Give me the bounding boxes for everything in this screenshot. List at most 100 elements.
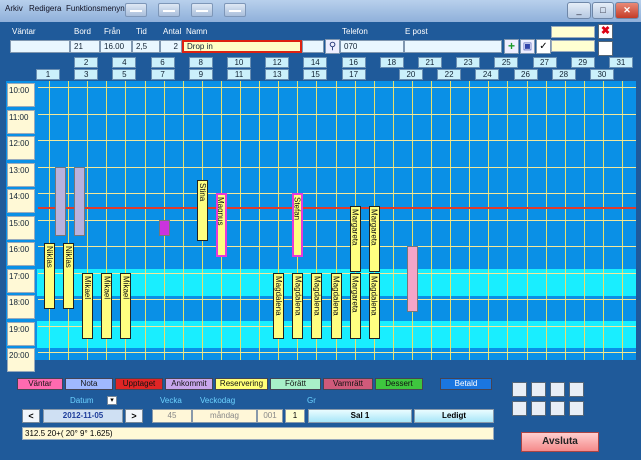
blocked-slot[interactable] xyxy=(55,167,67,236)
table-header-8[interactable]: 8 xyxy=(188,57,213,68)
table-header-28[interactable]: 28 xyxy=(551,69,576,80)
table-header-6[interactable]: 6 xyxy=(150,57,175,68)
reservation-block[interactable]: Magnus xyxy=(215,193,227,257)
table-header-30[interactable]: 30 xyxy=(589,69,614,80)
reservation-block[interactable]: Mikael xyxy=(101,273,113,339)
time-label: 12:00 xyxy=(7,136,35,160)
table-header-25[interactable]: 25 xyxy=(494,57,519,68)
label-wait: Väntar xyxy=(12,27,36,36)
calendar-icon[interactable]: ▾ xyxy=(107,396,117,405)
table-header-5[interactable]: 5 xyxy=(112,69,137,80)
tool-icon-7[interactable] xyxy=(550,401,565,416)
email-field[interactable] xyxy=(404,40,502,53)
tool-icon-6[interactable] xyxy=(531,401,546,416)
toolbar-next-button[interactable] xyxy=(191,3,213,17)
window-close-button[interactable]: ✕ xyxy=(615,2,639,19)
reservation-block[interactable]: Mikael xyxy=(120,273,132,339)
print-icon[interactable] xyxy=(598,41,613,56)
table-header-2[interactable]: 2 xyxy=(74,57,99,68)
table-header-12[interactable]: 12 xyxy=(265,57,290,68)
tool-icon-5[interactable] xyxy=(512,401,527,416)
table-header-9[interactable]: 9 xyxy=(188,69,213,80)
label-weekday: Veckodag xyxy=(200,396,236,405)
reservation-block[interactable]: Mikael xyxy=(82,273,94,339)
from-field[interactable]: 16.00 xyxy=(100,40,132,53)
reservation-block[interactable]: Niklas xyxy=(63,243,75,309)
reservation-block[interactable]: Magdalena xyxy=(368,273,380,339)
table-header-15[interactable]: 15 xyxy=(303,69,328,80)
blocked-slot[interactable] xyxy=(158,220,170,236)
reservation-block[interactable]: Magdalena xyxy=(311,273,323,339)
table-header-31[interactable]: 31 xyxy=(608,57,633,68)
time-label: 15:00 xyxy=(7,216,35,240)
table-header-20[interactable]: 20 xyxy=(398,69,423,80)
phone-field[interactable]: 070 xyxy=(340,40,404,53)
table-header-10[interactable]: 10 xyxy=(226,57,251,68)
reservation-block[interactable]: Stefan xyxy=(292,193,304,257)
table-header-22[interactable]: 22 xyxy=(437,69,462,80)
tool-icon-8[interactable] xyxy=(569,401,584,416)
duration-field[interactable]: 2,5 xyxy=(132,40,160,53)
table-field[interactable]: 21 xyxy=(70,40,100,53)
table-header-4[interactable]: 4 xyxy=(112,57,137,68)
legend-förätt: Förätt xyxy=(270,378,321,390)
table-header-21[interactable]: 21 xyxy=(417,57,442,68)
reservation-block[interactable]: Magdalena xyxy=(273,273,285,339)
reservation-block[interactable]: Niklas xyxy=(44,243,55,309)
reservation-block[interactable]: Stina xyxy=(196,180,208,241)
reservation-block[interactable]: Magdalena xyxy=(292,273,304,339)
table-header-11[interactable]: 11 xyxy=(227,69,251,80)
name-field[interactable]: Drop in xyxy=(182,40,302,53)
next-date-button[interactable]: > xyxy=(125,409,143,423)
reservation-block[interactable]: Margareta xyxy=(349,206,361,272)
menu-funktionsmenyn[interactable]: Funktionsmenyn xyxy=(66,4,125,13)
search-icon[interactable]: ⚲ xyxy=(325,39,340,54)
table-header-7[interactable]: 7 xyxy=(150,69,175,80)
tool-icon-3[interactable] xyxy=(550,382,565,397)
table-header-3[interactable]: 3 xyxy=(74,69,99,80)
table-header-17[interactable]: 17 xyxy=(341,69,366,80)
reservation-block[interactable]: Margareta xyxy=(349,273,361,339)
tool-icon-1[interactable] xyxy=(512,382,527,397)
name-extra-field[interactable] xyxy=(302,40,324,53)
quit-button[interactable]: Avsluta xyxy=(521,432,599,452)
reservation-block[interactable]: Magdalena xyxy=(330,273,342,339)
wait-field[interactable] xyxy=(10,40,70,53)
menu-arkiv[interactable]: Arkiv xyxy=(5,4,23,13)
save-icon[interactable]: ▣ xyxy=(520,39,535,54)
table-header-26[interactable]: 26 xyxy=(513,69,538,80)
table-header-24[interactable]: 24 xyxy=(475,69,500,80)
toolbar-last-button[interactable] xyxy=(224,3,246,17)
maximize-button[interactable]: □ xyxy=(592,2,614,19)
label-time: Tid xyxy=(136,27,147,36)
reservation-block[interactable]: Margareta xyxy=(368,206,380,272)
table-header-1[interactable]: 1 xyxy=(36,69,60,80)
legend-nota: Nota xyxy=(65,378,113,390)
add-icon[interactable]: + xyxy=(504,39,519,54)
delete-icon[interactable]: ✖ xyxy=(598,24,613,39)
tool-icon-4[interactable] xyxy=(569,382,584,397)
toolbar-prev-button[interactable] xyxy=(158,3,180,17)
table-header-29[interactable]: 29 xyxy=(570,57,595,68)
table-header-13[interactable]: 13 xyxy=(265,69,290,80)
table-header-18[interactable]: 18 xyxy=(379,57,404,68)
label-group: Gr xyxy=(307,396,316,405)
label-count: Antal xyxy=(163,27,182,36)
blocked-slot[interactable] xyxy=(74,167,86,236)
toolbar-first-button[interactable] xyxy=(125,3,147,17)
tool-icon-2[interactable] xyxy=(531,382,546,397)
table-header-23[interactable]: 23 xyxy=(456,57,481,68)
count-field[interactable]: 2 xyxy=(160,40,182,53)
date-field[interactable]: 2012-11-05 xyxy=(43,409,123,423)
group-field[interactable]: 1 xyxy=(285,409,305,423)
table-header-14[interactable]: 14 xyxy=(303,57,328,68)
blocked-slot[interactable] xyxy=(406,246,418,312)
menu-redigera[interactable]: Redigera xyxy=(29,4,61,13)
prev-date-button[interactable]: < xyxy=(22,409,40,423)
room-button[interactable]: Sal 1 xyxy=(308,409,412,423)
table-header-16[interactable]: 16 xyxy=(341,57,366,68)
minimize-button[interactable]: _ xyxy=(567,2,591,19)
check-icon[interactable]: ✓ xyxy=(536,39,551,54)
status-button[interactable]: Ledigt xyxy=(414,409,494,423)
table-header-27[interactable]: 27 xyxy=(532,57,557,68)
